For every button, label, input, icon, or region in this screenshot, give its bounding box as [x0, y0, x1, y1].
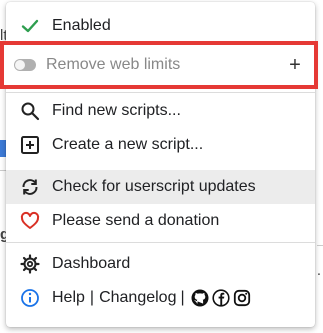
highlighted-script-frame: Remove web limits + [0, 41, 318, 89]
help-link[interactable]: Help [52, 289, 85, 307]
toggle-knob [15, 60, 25, 70]
checkmark-icon [20, 16, 40, 36]
add-icon[interactable]: + [284, 54, 306, 76]
check-updates-item[interactable]: Check for userscript updates [6, 170, 315, 204]
help-divider: | [89, 289, 95, 306]
gear-icon [20, 254, 40, 274]
add-box-icon [20, 135, 40, 155]
script-item-remove-web-limits[interactable]: Remove web limits + [4, 45, 314, 85]
enabled-label: Enabled [52, 17, 111, 34]
script-toggle-switch[interactable] [14, 59, 36, 71]
dashboard-item[interactable]: Dashboard [6, 247, 315, 281]
page-text-fragment: . [316, 262, 321, 279]
donate-item[interactable]: Please send a donation [6, 204, 315, 238]
page-divider [317, 245, 323, 246]
enabled-toggle-item[interactable]: Enabled [6, 9, 315, 43]
info-icon [20, 288, 40, 308]
refresh-icon [20, 177, 40, 197]
search-icon [20, 101, 40, 121]
script-name-label: Remove web limits [46, 56, 181, 73]
dashboard-label: Dashboard [52, 255, 131, 272]
instagram-icon[interactable] [233, 289, 251, 307]
menu-divider [6, 242, 315, 243]
github-icon[interactable] [191, 289, 209, 307]
menu-divider [6, 92, 315, 93]
help-row: Help | Changelog | [6, 281, 315, 315]
facebook-icon[interactable] [212, 289, 230, 307]
heart-icon [20, 211, 40, 231]
create-script-label: Create a new script... [52, 136, 204, 153]
donate-label: Please send a donation [52, 212, 220, 229]
check-updates-label: Check for userscript updates [52, 178, 256, 195]
find-scripts-label: Find new scripts... [52, 102, 181, 119]
find-scripts-item[interactable]: Find new scripts... [6, 94, 315, 128]
changelog-link[interactable]: Changelog [99, 289, 176, 307]
create-script-item[interactable]: Create a new script... [6, 128, 315, 162]
changelog-divider: | [180, 289, 185, 306]
